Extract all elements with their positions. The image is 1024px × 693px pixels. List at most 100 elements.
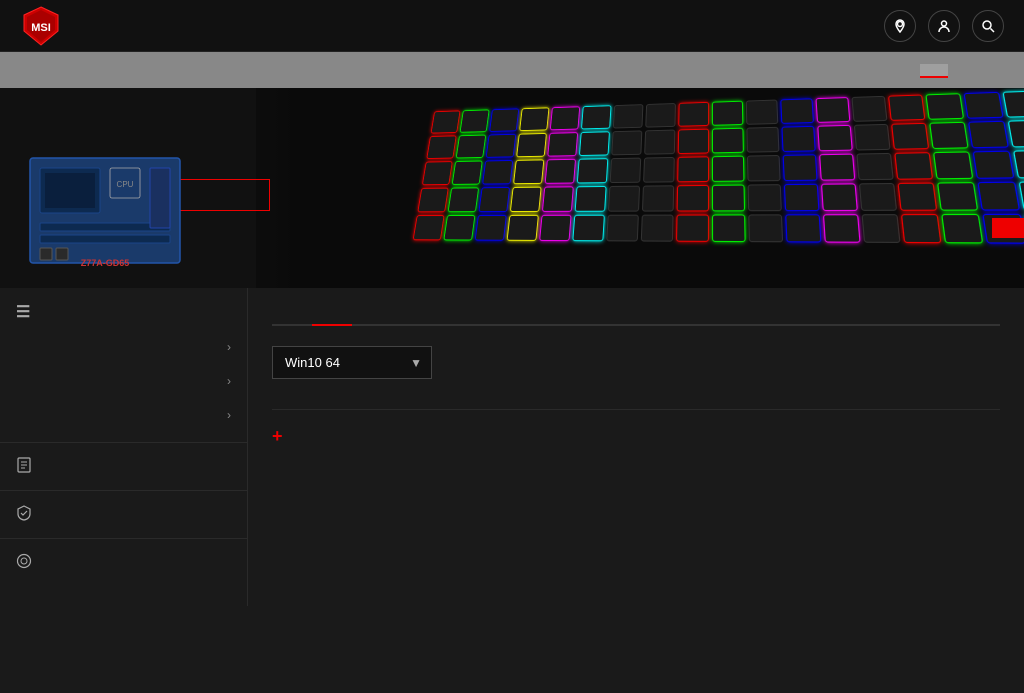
search-icon-button[interactable] [972, 10, 1004, 42]
keyboard-key [817, 125, 853, 151]
sidebar-products-service-title: ☰ [0, 302, 247, 330]
keyboard-key [577, 158, 608, 183]
sidebar-item-warranty[interactable] [0, 491, 247, 539]
warranty-icon [16, 505, 32, 524]
content-panel: Win10 64 Win10 32 Win8.1 64 Win8.1 32 Wi… [248, 288, 1024, 606]
list-icon: ☰ [16, 302, 30, 322]
keyboard-key [460, 109, 490, 132]
keyboard-key [443, 215, 475, 241]
keyboard-key [925, 93, 964, 120]
msi-shield-icon: MSI [20, 5, 62, 47]
keyboard-key [746, 127, 779, 153]
keyboard-key [519, 107, 549, 131]
content-tab-manual[interactable] [352, 308, 392, 326]
keyboard-key [572, 215, 605, 242]
keyboard-key [611, 130, 642, 155]
tab-gallery[interactable] [892, 64, 920, 78]
keyboard-key [550, 106, 580, 130]
driver-section: + [272, 409, 1000, 447]
sidebar-item-download[interactable]: › [0, 330, 247, 364]
keyboard-key [478, 187, 510, 212]
product-header [0, 52, 1024, 88]
keyboard-key [641, 215, 674, 242]
keyboard-key [547, 132, 578, 156]
location-icon-button[interactable] [884, 10, 916, 42]
keyboard-key [417, 188, 448, 213]
product-image-area: CPU Z77A-GD65 [20, 153, 190, 278]
os-select[interactable]: Win10 64 Win10 32 Win8.1 64 Win8.1 32 Wi… [272, 346, 432, 379]
keyboard-background: // Generate keyboard key divs inline via… [256, 88, 1024, 288]
keyboard-key [941, 214, 983, 244]
tab-overview[interactable] [836, 64, 864, 78]
keyboard-key [606, 215, 639, 242]
keyboard-key [413, 215, 445, 240]
keyboard-key [422, 161, 453, 185]
keyboard-key [448, 187, 479, 212]
keyboard-key [475, 215, 507, 241]
keyboard-key [712, 101, 743, 126]
keyboard-key [712, 156, 744, 182]
keyboard-key [542, 186, 574, 212]
sidebar-item-contact[interactable] [0, 539, 247, 586]
keyboard-key [748, 184, 782, 211]
logo-area[interactable]: MSI [20, 5, 70, 47]
sidebar-item-specification[interactable] [0, 443, 247, 491]
chevron-right-icon: › [227, 340, 231, 354]
content-tab-driver[interactable] [312, 308, 352, 326]
keyboard-key [645, 103, 676, 128]
svg-text:Z77A-GD65: Z77A-GD65 [81, 258, 130, 268]
keyboard-key [746, 100, 779, 125]
keyboard-key [1013, 150, 1024, 178]
keyboard-key [785, 214, 821, 242]
keyboard-key [780, 98, 814, 124]
keyboard-key [644, 130, 675, 155]
keyboard-key [856, 153, 894, 180]
keyboard-key [489, 108, 519, 131]
tab-specification[interactable] [864, 64, 892, 78]
keyboard-key [1002, 91, 1024, 118]
main-content: ☰ › › › [0, 288, 1024, 606]
keyboard-key [748, 214, 783, 242]
keyboard-key [823, 214, 861, 243]
keyboard-key [854, 124, 891, 151]
keyboard-key [613, 104, 644, 128]
spec-icon [16, 457, 32, 476]
keyboard-key [851, 96, 887, 122]
keyboard-key [973, 151, 1015, 179]
keyboard-key [676, 215, 709, 242]
keyboard-key [608, 186, 640, 212]
keyboard-key [781, 126, 815, 152]
tab-support[interactable] [920, 64, 948, 78]
keyboard-key [977, 182, 1020, 211]
keyboard-key [610, 158, 642, 183]
content-tab-bios[interactable] [272, 308, 312, 326]
keyboard-key [581, 105, 611, 129]
top-navigation: MSI [0, 0, 1024, 52]
hero-section: // Generate keyboard key divs inline via… [0, 88, 1024, 288]
register-now-button[interactable] [992, 218, 1024, 238]
driver-section-header[interactable]: + [272, 426, 1000, 447]
tab-awards[interactable] [948, 64, 976, 78]
keyboard-key [579, 131, 610, 156]
content-tab-quick-guide[interactable] [432, 308, 472, 326]
chevron-right-icon: › [227, 408, 231, 422]
motherboard-image: CPU Z77A-GD65 [20, 153, 190, 273]
keyboard-key [677, 156, 709, 182]
user-icon-button[interactable] [928, 10, 960, 42]
keyboard-key [456, 135, 486, 159]
sidebar-item-compatibility[interactable]: › [0, 398, 247, 432]
keyboard-key [901, 214, 942, 243]
keyboard-key [712, 214, 746, 242]
tab-where-to-buy[interactable] [976, 64, 1004, 78]
keyboard-key [891, 123, 929, 150]
sidebar-products-service-section: ☰ › › › [0, 288, 247, 443]
keyboard-key [933, 151, 973, 179]
keyboard-key [426, 135, 456, 159]
keyboard-key [784, 184, 820, 211]
keyboard-key [507, 215, 539, 241]
keyboard-key [968, 121, 1009, 148]
sidebar-item-ask-question[interactable]: › [0, 364, 247, 398]
keyboard-key [783, 154, 818, 181]
content-tab-utility[interactable] [392, 308, 432, 326]
chevron-right-icon: › [227, 374, 231, 388]
